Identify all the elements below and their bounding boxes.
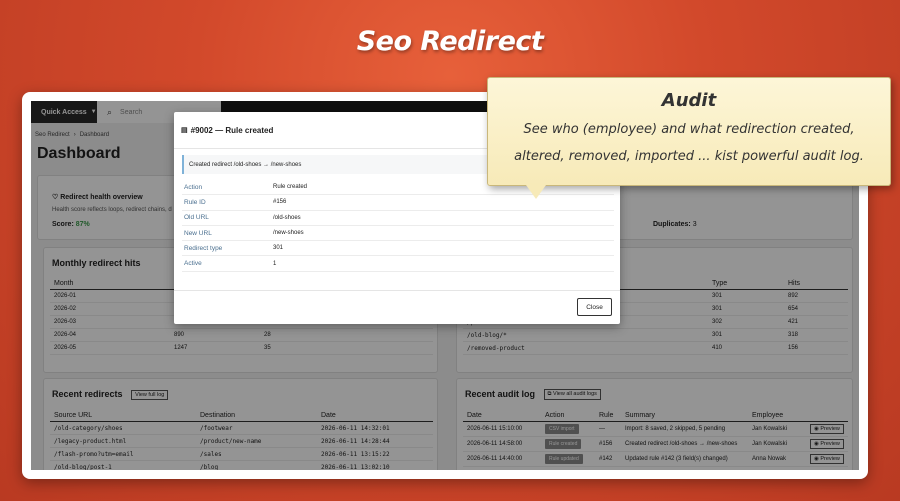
field-key: Active [184, 260, 202, 268]
field-row: Rule ID #156 [182, 195, 614, 211]
field-row: New URL/new-shoes [182, 226, 614, 242]
callout-pointer [526, 185, 546, 199]
field-key: Rule ID [184, 198, 206, 206]
field-row: Redirect type 301 [182, 241, 614, 257]
field-row: Old URL/old-shoes [182, 211, 614, 226]
field-row: Active 1 [182, 256, 614, 272]
field-key: New URL [184, 229, 212, 237]
field-value: Rule created [273, 184, 308, 191]
field-value: #156 [273, 199, 287, 206]
document-icon: ▤ [181, 127, 188, 134]
field-value: 1 [273, 260, 277, 267]
field-key: Old URL [184, 214, 209, 222]
callout-text: See who (employee) and what redirection … [514, 122, 864, 164]
field-key: Action [184, 183, 203, 191]
field-value: /old-shoes [273, 214, 301, 221]
close-button[interactable]: Close [577, 298, 612, 316]
field-value: /new-shoes [273, 230, 304, 237]
modal-title: #9002 — Rule created [190, 125, 274, 135]
hero-title: Seo Redirect [356, 26, 544, 57]
modal-fields: Action Rule created Rule ID #156 Old URL/o… [182, 180, 614, 272]
field-key: Redirect type [184, 244, 223, 252]
audit-callout: Audit See who (employee) and what redire… [487, 77, 891, 186]
callout-title: Audit [661, 90, 717, 111]
modal-footer: Close [174, 290, 620, 324]
field-value: 301 [273, 245, 284, 252]
